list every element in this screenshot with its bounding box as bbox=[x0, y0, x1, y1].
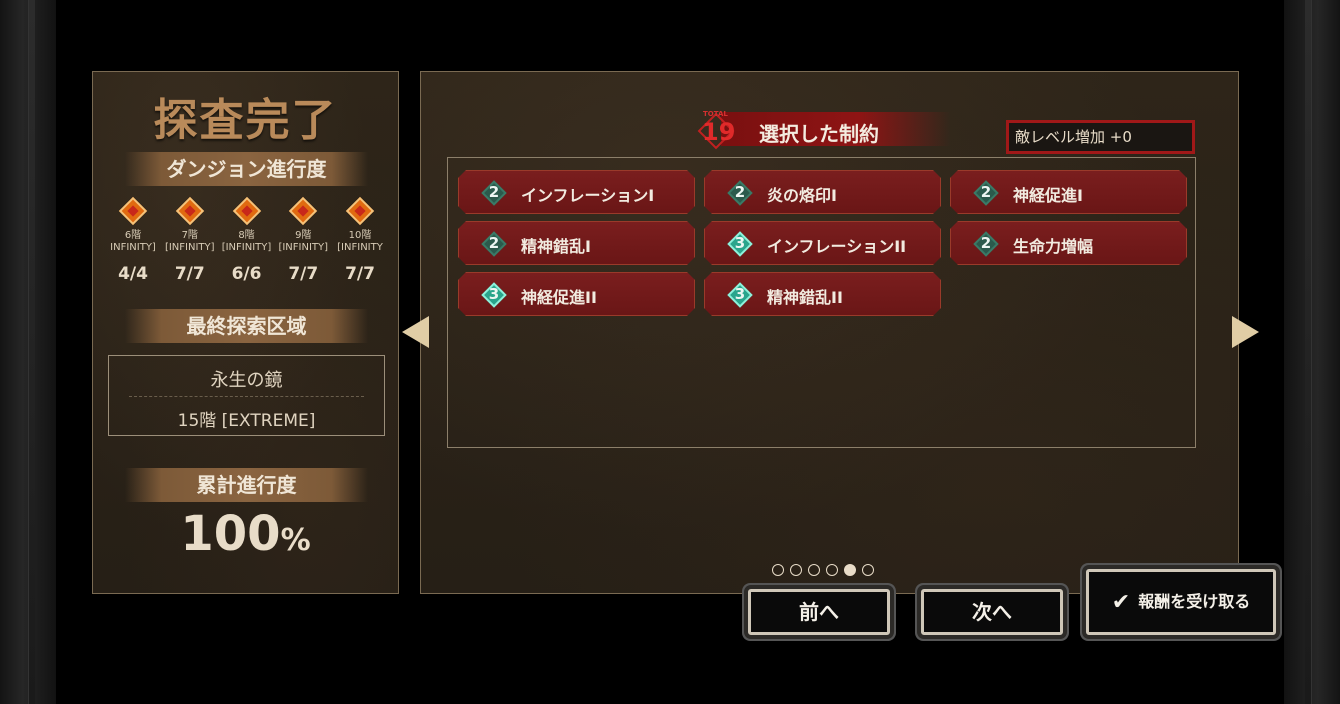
level-gem-icon: 3 bbox=[481, 282, 507, 308]
constraint-chip[interactable]: 3 精神錯乱II bbox=[704, 272, 941, 316]
floor-number: 10階 bbox=[348, 230, 372, 241]
level-gem-icon: 2 bbox=[973, 180, 999, 206]
floor-emblem-icon bbox=[118, 196, 148, 226]
constraint-level: 2 bbox=[488, 183, 500, 201]
constraint-chip[interactable]: 2 生命力増幅 bbox=[950, 221, 1187, 265]
floor-count: 7/7 bbox=[345, 264, 375, 284]
pagination-dots bbox=[772, 564, 874, 576]
total-label: TOTAL bbox=[703, 110, 728, 118]
constraint-chip[interactable]: 2 炎の烙印I bbox=[704, 170, 941, 214]
cumulative-progress-value: 100% bbox=[93, 506, 398, 562]
floor-count: 4/4 bbox=[118, 264, 148, 284]
constraint-chip[interactable]: 3 神経促進II bbox=[458, 272, 695, 316]
constraint-label: 炎の烙印I bbox=[767, 186, 837, 205]
constraint-level: 2 bbox=[980, 183, 992, 201]
floor-item: 9階 [INFINITY] 7/7 bbox=[275, 196, 331, 284]
floor-emblem-icon bbox=[232, 196, 262, 226]
constraint-label: 生命力増幅 bbox=[1013, 237, 1094, 256]
total-value: 19 bbox=[702, 118, 736, 146]
level-gem-icon: 2 bbox=[481, 180, 507, 206]
triangle-left-icon[interactable] bbox=[402, 316, 429, 348]
last-area-label: 最終探索区域 bbox=[186, 314, 307, 338]
floor-number: 7階 bbox=[181, 230, 198, 241]
next-button[interactable]: 次へ bbox=[921, 589, 1063, 635]
claim-reward-button[interactable]: ✔ 報酬を受け取る bbox=[1086, 569, 1276, 635]
floor-progress-list: 6階 INFINITY] 4/4 7階 [INFINITY] 7/7 8階 [I… bbox=[105, 196, 388, 284]
floor-number: 6階 bbox=[124, 230, 142, 241]
floor-emblem-icon bbox=[175, 196, 205, 226]
level-gem-icon: 3 bbox=[727, 231, 753, 257]
floor-emblem-icon bbox=[345, 196, 375, 226]
floor-item: 8階 [INFINITY] 6/6 bbox=[219, 196, 275, 284]
floor-count: 7/7 bbox=[288, 264, 319, 284]
constraint-chip[interactable]: 2 神経促進I bbox=[950, 170, 1187, 214]
floor-number: 8階 bbox=[238, 230, 255, 241]
constraint-level: 3 bbox=[734, 234, 746, 252]
dungeon-progress-banner: ダンジョン進行度 bbox=[125, 152, 368, 186]
level-gem-icon: 3 bbox=[727, 282, 753, 308]
constraint-chip[interactable]: 2 インフレーションI bbox=[458, 170, 695, 214]
last-area-name: 永生の鏡 bbox=[210, 370, 283, 391]
claim-reward-label: 報酬を受け取る bbox=[1138, 592, 1251, 611]
cumulative-progress-number: 100 bbox=[180, 506, 281, 562]
constraint-label: 神経促進I bbox=[1013, 186, 1083, 205]
cumulative-progress-unit: % bbox=[280, 523, 311, 558]
constraint-label: 精神錯乱I bbox=[521, 237, 591, 256]
previous-button[interactable]: 前へ bbox=[748, 589, 890, 635]
dungeon-progress-label: ダンジョン進行度 bbox=[166, 157, 327, 181]
cumulative-progress-label: 累計進行度 bbox=[196, 473, 297, 497]
area-divider bbox=[129, 396, 364, 397]
cumulative-progress-banner: 累計進行度 bbox=[125, 468, 368, 502]
level-gem-icon: 2 bbox=[727, 180, 753, 206]
page-dot[interactable] bbox=[862, 564, 874, 576]
page-dot[interactable] bbox=[808, 564, 820, 576]
last-area-banner: 最終探索区域 bbox=[125, 309, 368, 343]
floor-item: 6階 INFINITY] 4/4 bbox=[105, 196, 161, 284]
floor-mode: INFINITY] bbox=[110, 242, 156, 253]
constraint-level: 2 bbox=[980, 234, 992, 252]
selected-constraints-title: 選択した制約 bbox=[759, 122, 879, 146]
constraint-label: インフレーションI bbox=[521, 186, 655, 205]
constraints-panel: TOTAL 19 選択した制約 敵レベル増加 +0 2 インフレーションI 2 … bbox=[420, 71, 1239, 594]
constraint-level: 2 bbox=[488, 234, 500, 252]
constraint-chip[interactable]: 2 精神錯乱I bbox=[458, 221, 695, 265]
triangle-right-icon[interactable] bbox=[1232, 316, 1259, 348]
level-gem-icon: 2 bbox=[481, 231, 507, 257]
page-dot-active[interactable] bbox=[844, 564, 856, 576]
exploration-summary-panel: 探査完了 ダンジョン進行度 6階 INFINITY] 4/4 7階 [INFIN… bbox=[92, 71, 399, 594]
constraint-label: 精神錯乱II bbox=[767, 288, 843, 307]
page-dot[interactable] bbox=[772, 564, 784, 576]
page-dot[interactable] bbox=[790, 564, 802, 576]
level-gem-icon: 2 bbox=[973, 231, 999, 257]
constraint-level: 3 bbox=[734, 285, 746, 303]
constraint-label: 神経促進II bbox=[521, 288, 597, 307]
constraint-level: 3 bbox=[488, 285, 500, 303]
floor-item: 7階 [INFINITY] 7/7 bbox=[162, 196, 218, 284]
frame-right-pillar bbox=[1284, 0, 1340, 704]
constraint-label: インフレーションII bbox=[767, 237, 907, 256]
floor-mode: [INFINITY] bbox=[164, 242, 215, 253]
floor-count: 7/7 bbox=[174, 264, 205, 284]
page-dot[interactable] bbox=[826, 564, 838, 576]
frame-left-pillar bbox=[0, 0, 56, 704]
last-area-box: 永生の鏡 15階 [EXTREME] bbox=[108, 355, 385, 436]
constraint-level: 2 bbox=[734, 183, 746, 201]
constraints-list: 2 インフレーションI 2 炎の烙印I 2 神経促進I 2 精神錯乱I 3 イン… bbox=[447, 157, 1196, 448]
floor-mode: [INFINITY] bbox=[221, 242, 272, 253]
exploration-complete-title: 探査完了 bbox=[153, 95, 338, 146]
constraint-chip[interactable]: 3 インフレーションII bbox=[704, 221, 941, 265]
floor-number: 9階 bbox=[295, 230, 312, 241]
floor-emblem-icon bbox=[288, 196, 318, 226]
total-emblem-icon: TOTAL 19 bbox=[697, 110, 736, 150]
last-area-floor: 15階 [EXTREME] bbox=[177, 411, 316, 431]
floor-item: 10階 [INFINITY 7/7 bbox=[332, 196, 388, 284]
floor-mode: [INFINITY bbox=[337, 242, 383, 253]
check-icon: ✔ bbox=[1111, 590, 1131, 615]
enemy-level-indicator: 敵レベル増加 +0 bbox=[1006, 120, 1195, 154]
floor-mode: [INFINITY] bbox=[278, 242, 329, 253]
floor-count: 6/6 bbox=[231, 264, 262, 284]
